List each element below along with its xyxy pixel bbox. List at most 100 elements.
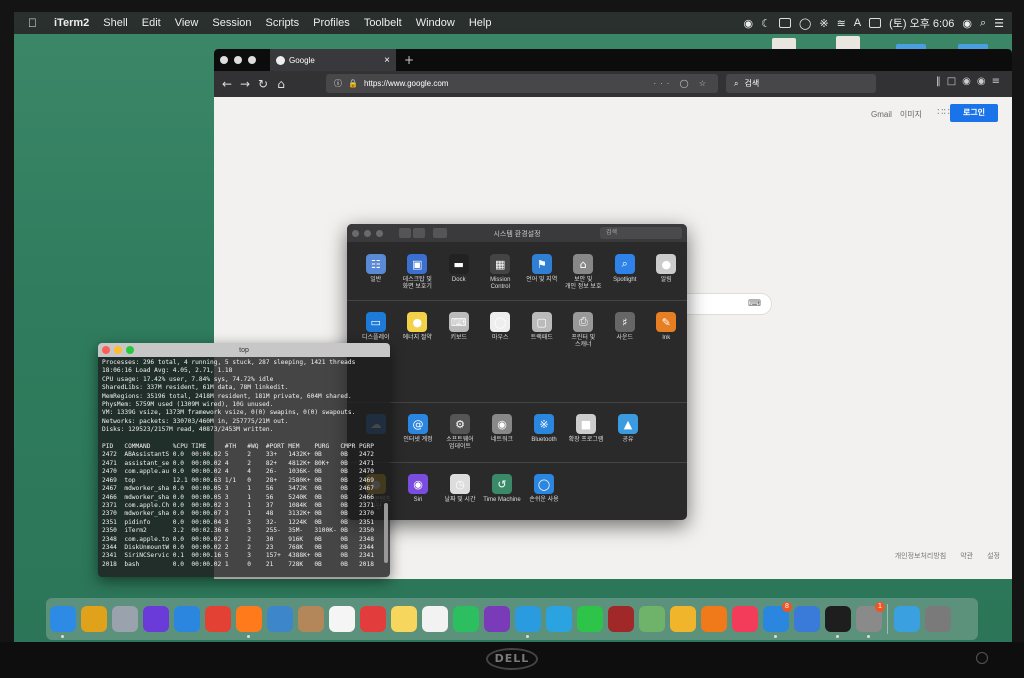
app-store-icon[interactable]: 8 (763, 602, 792, 638)
spotlight-icon[interactable]: ⌕ (980, 17, 986, 30)
sysprefs-pane[interactable]: ◯ 마우스 (480, 312, 522, 349)
maps-icon[interactable] (639, 606, 665, 632)
menu-profiles[interactable]: Profiles (306, 17, 357, 29)
sysprefs-pane[interactable]: ⚙ 소프트웨어 업데이트 (439, 414, 481, 451)
control-center-icon[interactable]: ☰ (994, 17, 1004, 30)
sysprefs-pane[interactable]: ▦ Mission Control (480, 254, 522, 291)
menu-shell[interactable]: Shell (96, 17, 134, 29)
messages-icon[interactable] (515, 606, 541, 638)
status-icon-record[interactable]: ◉ (744, 17, 754, 30)
dictionary-icon[interactable] (608, 606, 634, 632)
books-icon[interactable] (701, 606, 727, 632)
bluetooth-icon[interactable]: ※ (819, 17, 828, 30)
menu-toolbelt[interactable]: Toolbelt (357, 17, 409, 29)
sysprefs-pane[interactable]: ↺ Time Machine (481, 474, 523, 511)
sysprefs-pane[interactable]: ● 에너지 절약 (397, 312, 439, 349)
sysprefs-pane[interactable]: ⌕ Spotlight (604, 254, 646, 291)
menu-scripts[interactable]: Scripts (259, 17, 307, 29)
sysprefs-pane[interactable]: ■ 확장 프로그램 (565, 414, 607, 451)
gmail-link[interactable]: Gmail (871, 110, 892, 119)
menu-clock[interactable]: (토) 오후 6:06 (889, 15, 954, 31)
menu-app-name[interactable]: iTerm2 (47, 17, 96, 29)
login-button[interactable]: 로그인 (950, 104, 998, 122)
keyboard-input-icon[interactable]: A (854, 17, 861, 29)
reminders-icon[interactable] (422, 606, 448, 632)
new-tab-button[interactable]: + (404, 53, 414, 67)
system-preferences-icon[interactable]: 1 (856, 602, 885, 638)
status-icon-box[interactable] (779, 18, 792, 28)
home-icon[interactable]: ⌂ (272, 77, 290, 91)
sysprefs-search-input[interactable]: 검색 (600, 227, 682, 239)
sysprefs-pane[interactable]: ▣ 데스크탑 및 화면 보호기 (397, 254, 439, 291)
url-text[interactable]: https://www.google.com (364, 79, 448, 88)
sysprefs-pane[interactable]: ● 알림 (646, 254, 688, 291)
evernote-icon[interactable] (453, 606, 479, 632)
apps-grid-icon[interactable]: ∷∷ (937, 107, 950, 118)
onenote-icon[interactable] (484, 606, 510, 632)
sysprefs-pane[interactable]: ◉ Siri (397, 474, 439, 511)
forward-arrow-icon[interactable]: → (236, 77, 254, 91)
remote-icon[interactable] (794, 606, 820, 632)
firefox-icon[interactable] (236, 606, 262, 638)
apple-menu-icon[interactable]:  (14, 16, 47, 30)
sysprefs-pane[interactable]: ※ Bluetooth (523, 414, 565, 451)
toolbar-icons[interactable]: ‖□◉◉≡ (936, 76, 1006, 87)
reminders-star-icon[interactable] (360, 606, 386, 632)
info-icon[interactable]: ⓘ (334, 78, 342, 89)
privacy-link[interactable]: 개인정보처리방침 (895, 551, 947, 561)
sysprefs-pane[interactable]: ☷ 일반 (355, 254, 397, 291)
menu-help[interactable]: Help (462, 17, 499, 29)
sysprefs-pane[interactable]: ⌂ 보안 및 개인 정보 보호 (563, 254, 605, 291)
finder-icon[interactable] (50, 606, 76, 638)
safari-icon[interactable] (174, 606, 200, 632)
sysprefs-pane[interactable]: ⚑ 언어 및 지역 (521, 254, 563, 291)
images-link[interactable]: 이미지 (900, 109, 922, 120)
music-icon[interactable] (732, 606, 758, 632)
status-icon-moon[interactable]: ☾ (761, 17, 771, 30)
sysprefs-pane[interactable]: ◷ 날짜 및 시간 (439, 474, 481, 511)
battery-icon[interactable] (869, 18, 882, 28)
terminal-output[interactable]: Processes: 296 total, 4 running, 5 stuck… (98, 357, 390, 571)
preview-icon[interactable] (267, 606, 293, 632)
sysprefs-pane[interactable]: ▢ 트랙패드 (521, 312, 563, 349)
page-actions-icon[interactable]: ··· ◯ ☆ (653, 79, 710, 88)
sysprefs-pane[interactable]: ◯ 손쉬운 사용 (523, 474, 565, 511)
keyboard-icon[interactable]: ⌨ (748, 299, 761, 309)
browser-tab-google[interactable]: Google × (270, 49, 396, 71)
sysprefs-pane[interactable]: ♯ 사운드 (604, 312, 646, 349)
user-icon[interactable]: ◉ (962, 17, 972, 30)
url-bar[interactable]: ⓘ 🔒 https://www.google.com ··· ◯ ☆ (326, 74, 718, 93)
window-zoom-button[interactable] (248, 56, 256, 64)
sysprefs-pane[interactable]: ▬ Dock (438, 254, 480, 291)
status-icon-eye[interactable]: ◯ (799, 17, 811, 30)
wifi-icon[interactable]: ≊ (837, 17, 846, 30)
siri-icon[interactable] (143, 606, 169, 632)
back-arrow-icon[interactable]: ← (218, 77, 236, 91)
utility-icon[interactable] (81, 606, 107, 632)
telegram-icon[interactable] (546, 606, 572, 632)
iterm-icon[interactable] (825, 606, 851, 638)
facetime-icon[interactable] (577, 606, 603, 632)
close-tab-icon[interactable]: × (384, 55, 390, 66)
calendar-icon[interactable] (329, 606, 355, 632)
sysprefs-pane[interactable]: ⎙ 프린터 및 스캐너 (563, 312, 605, 349)
reload-icon[interactable]: ↻ (254, 77, 272, 91)
menu-window[interactable]: Window (409, 17, 462, 29)
sysprefs-pane[interactable]: ⌨ 키보드 (438, 312, 480, 349)
contacts-icon[interactable] (298, 606, 324, 632)
sysprefs-pane[interactable]: ◉ 네트워크 (481, 414, 523, 451)
search-bar[interactable]: ⌕ 검색 (726, 74, 876, 93)
settings-link[interactable]: 설정 (987, 551, 1000, 561)
notes-icon[interactable] (391, 606, 417, 632)
menu-edit[interactable]: Edit (135, 17, 168, 29)
terms-link[interactable]: 약관 (960, 551, 973, 561)
downloads-folder-icon[interactable] (894, 606, 920, 632)
sysprefs-pane[interactable]: ▲ 공유 (607, 414, 649, 451)
chrome-icon[interactable] (205, 606, 231, 632)
menu-session[interactable]: Session (205, 17, 258, 29)
terminal-scrollbar[interactable] (384, 503, 388, 563)
sysprefs-pane[interactable]: ✎ Ink (646, 312, 688, 349)
launchpad-icon[interactable] (112, 606, 138, 632)
trash-icon[interactable] (925, 606, 951, 632)
menu-view[interactable]: View (168, 17, 206, 29)
